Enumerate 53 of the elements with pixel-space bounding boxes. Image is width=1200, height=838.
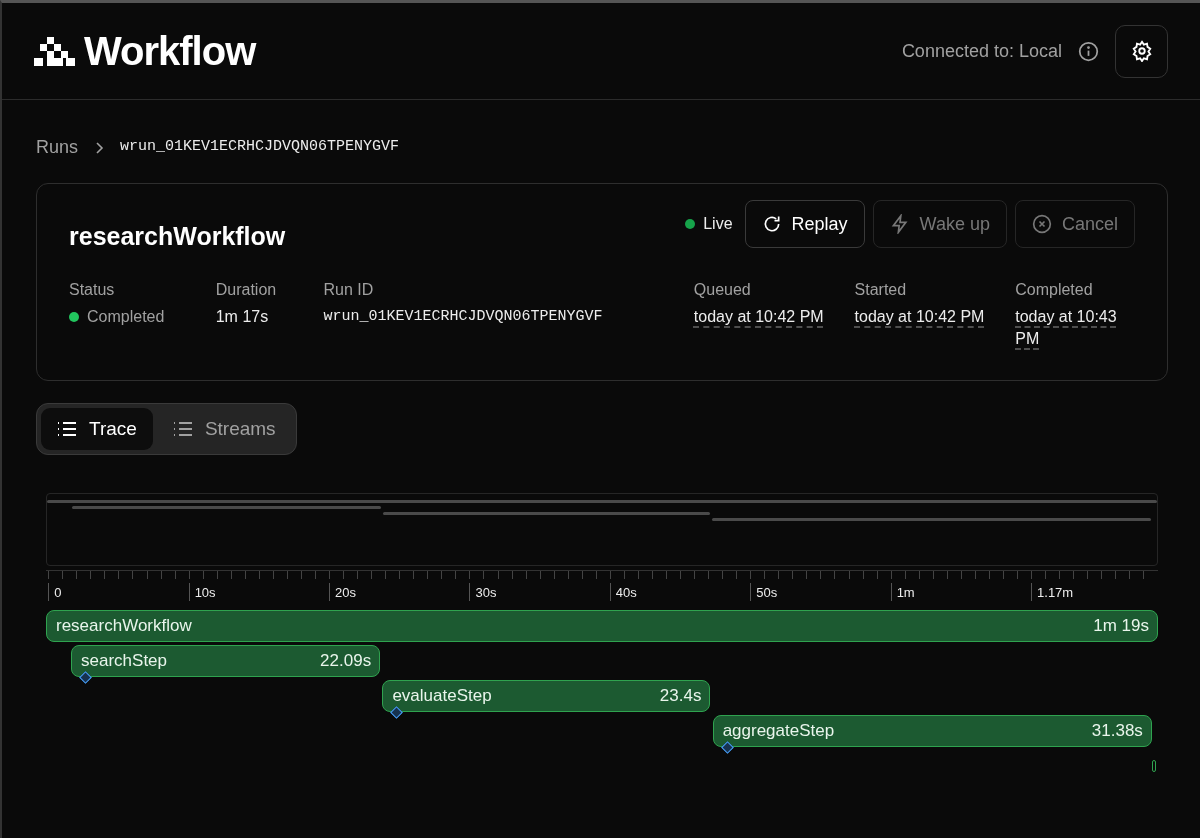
cancel-icon (1031, 214, 1052, 234)
replay-button[interactable]: Replay (744, 200, 865, 248)
timestamp-value: today at 10:42 PM (854, 306, 986, 327)
breadcrumb-current: wrun_01KEV1ECRHCJDVQN06TPENYGVF (120, 137, 400, 158)
trace-span[interactable]: researchWorkflow 1m 19s (46, 610, 1158, 642)
trace-span[interactable]: searchStep 22.09s (71, 645, 381, 677)
timestamp-value: today at 10:43 PM (1015, 306, 1118, 349)
span-duration: 22.09s (320, 650, 372, 673)
axis-label: 50s (750, 583, 778, 601)
span-duration: 1m 19s (1093, 615, 1149, 638)
live-dot (685, 219, 696, 229)
end-marker (1152, 760, 1156, 772)
span-name: aggregateStep (722, 720, 835, 743)
field-label: Duration (215, 279, 278, 300)
axis-label: 1.17m (1031, 583, 1074, 601)
connection-label: Connected to: Local (901, 39, 1062, 63)
trace-span[interactable]: aggregateStep 31.38s (712, 715, 1152, 747)
span-name: searchStep (81, 650, 167, 673)
span-name: evaluateStep (392, 685, 492, 708)
chevron-icon (94, 140, 105, 155)
trace-span[interactable]: evaluateStep 23.4s (382, 680, 711, 712)
field-label: Status (69, 279, 116, 300)
axis-label: 10s (188, 583, 216, 601)
span-duration: 31.38s (1091, 720, 1143, 743)
span-duration: 23.4s (659, 685, 702, 708)
logo-icon (34, 35, 76, 67)
timestamp-value: today at 10:42 PM (693, 306, 825, 327)
list-icon (57, 420, 77, 437)
axis-label: 40s (609, 583, 637, 601)
field-label: Run ID (323, 279, 375, 300)
info-icon[interactable] (1078, 40, 1099, 62)
view-tab[interactable]: Trace (41, 407, 153, 450)
workflow-title: researchWorkflow (69, 221, 286, 252)
field-label: Completed (1015, 279, 1094, 300)
lightning-icon (889, 214, 910, 234)
list-icon (172, 420, 193, 437)
axis-label: 20s (329, 583, 356, 601)
field-label: Started (854, 279, 908, 300)
axis-label: 1m (890, 583, 915, 601)
run-id-value: wrun_01KEV1ECRHCJDVQN06TPENYGVF (323, 306, 604, 327)
settings-button[interactable] (1115, 24, 1168, 78)
live-label: Live (703, 214, 733, 234)
status-value: Completed (87, 306, 165, 327)
field-value: 1m 17s (215, 306, 270, 327)
axis-label: 30s (469, 583, 497, 601)
settings-icon (1130, 40, 1153, 62)
brand-name: Workflow (84, 28, 256, 75)
span-name: researchWorkflow (56, 615, 192, 638)
view-tab[interactable]: Streams (156, 407, 292, 450)
breadcrumb-link[interactable]: Runs (36, 134, 79, 161)
field-label: Queued (693, 279, 752, 300)
status-dot (69, 311, 79, 322)
axis-label: 0 (48, 583, 62, 601)
